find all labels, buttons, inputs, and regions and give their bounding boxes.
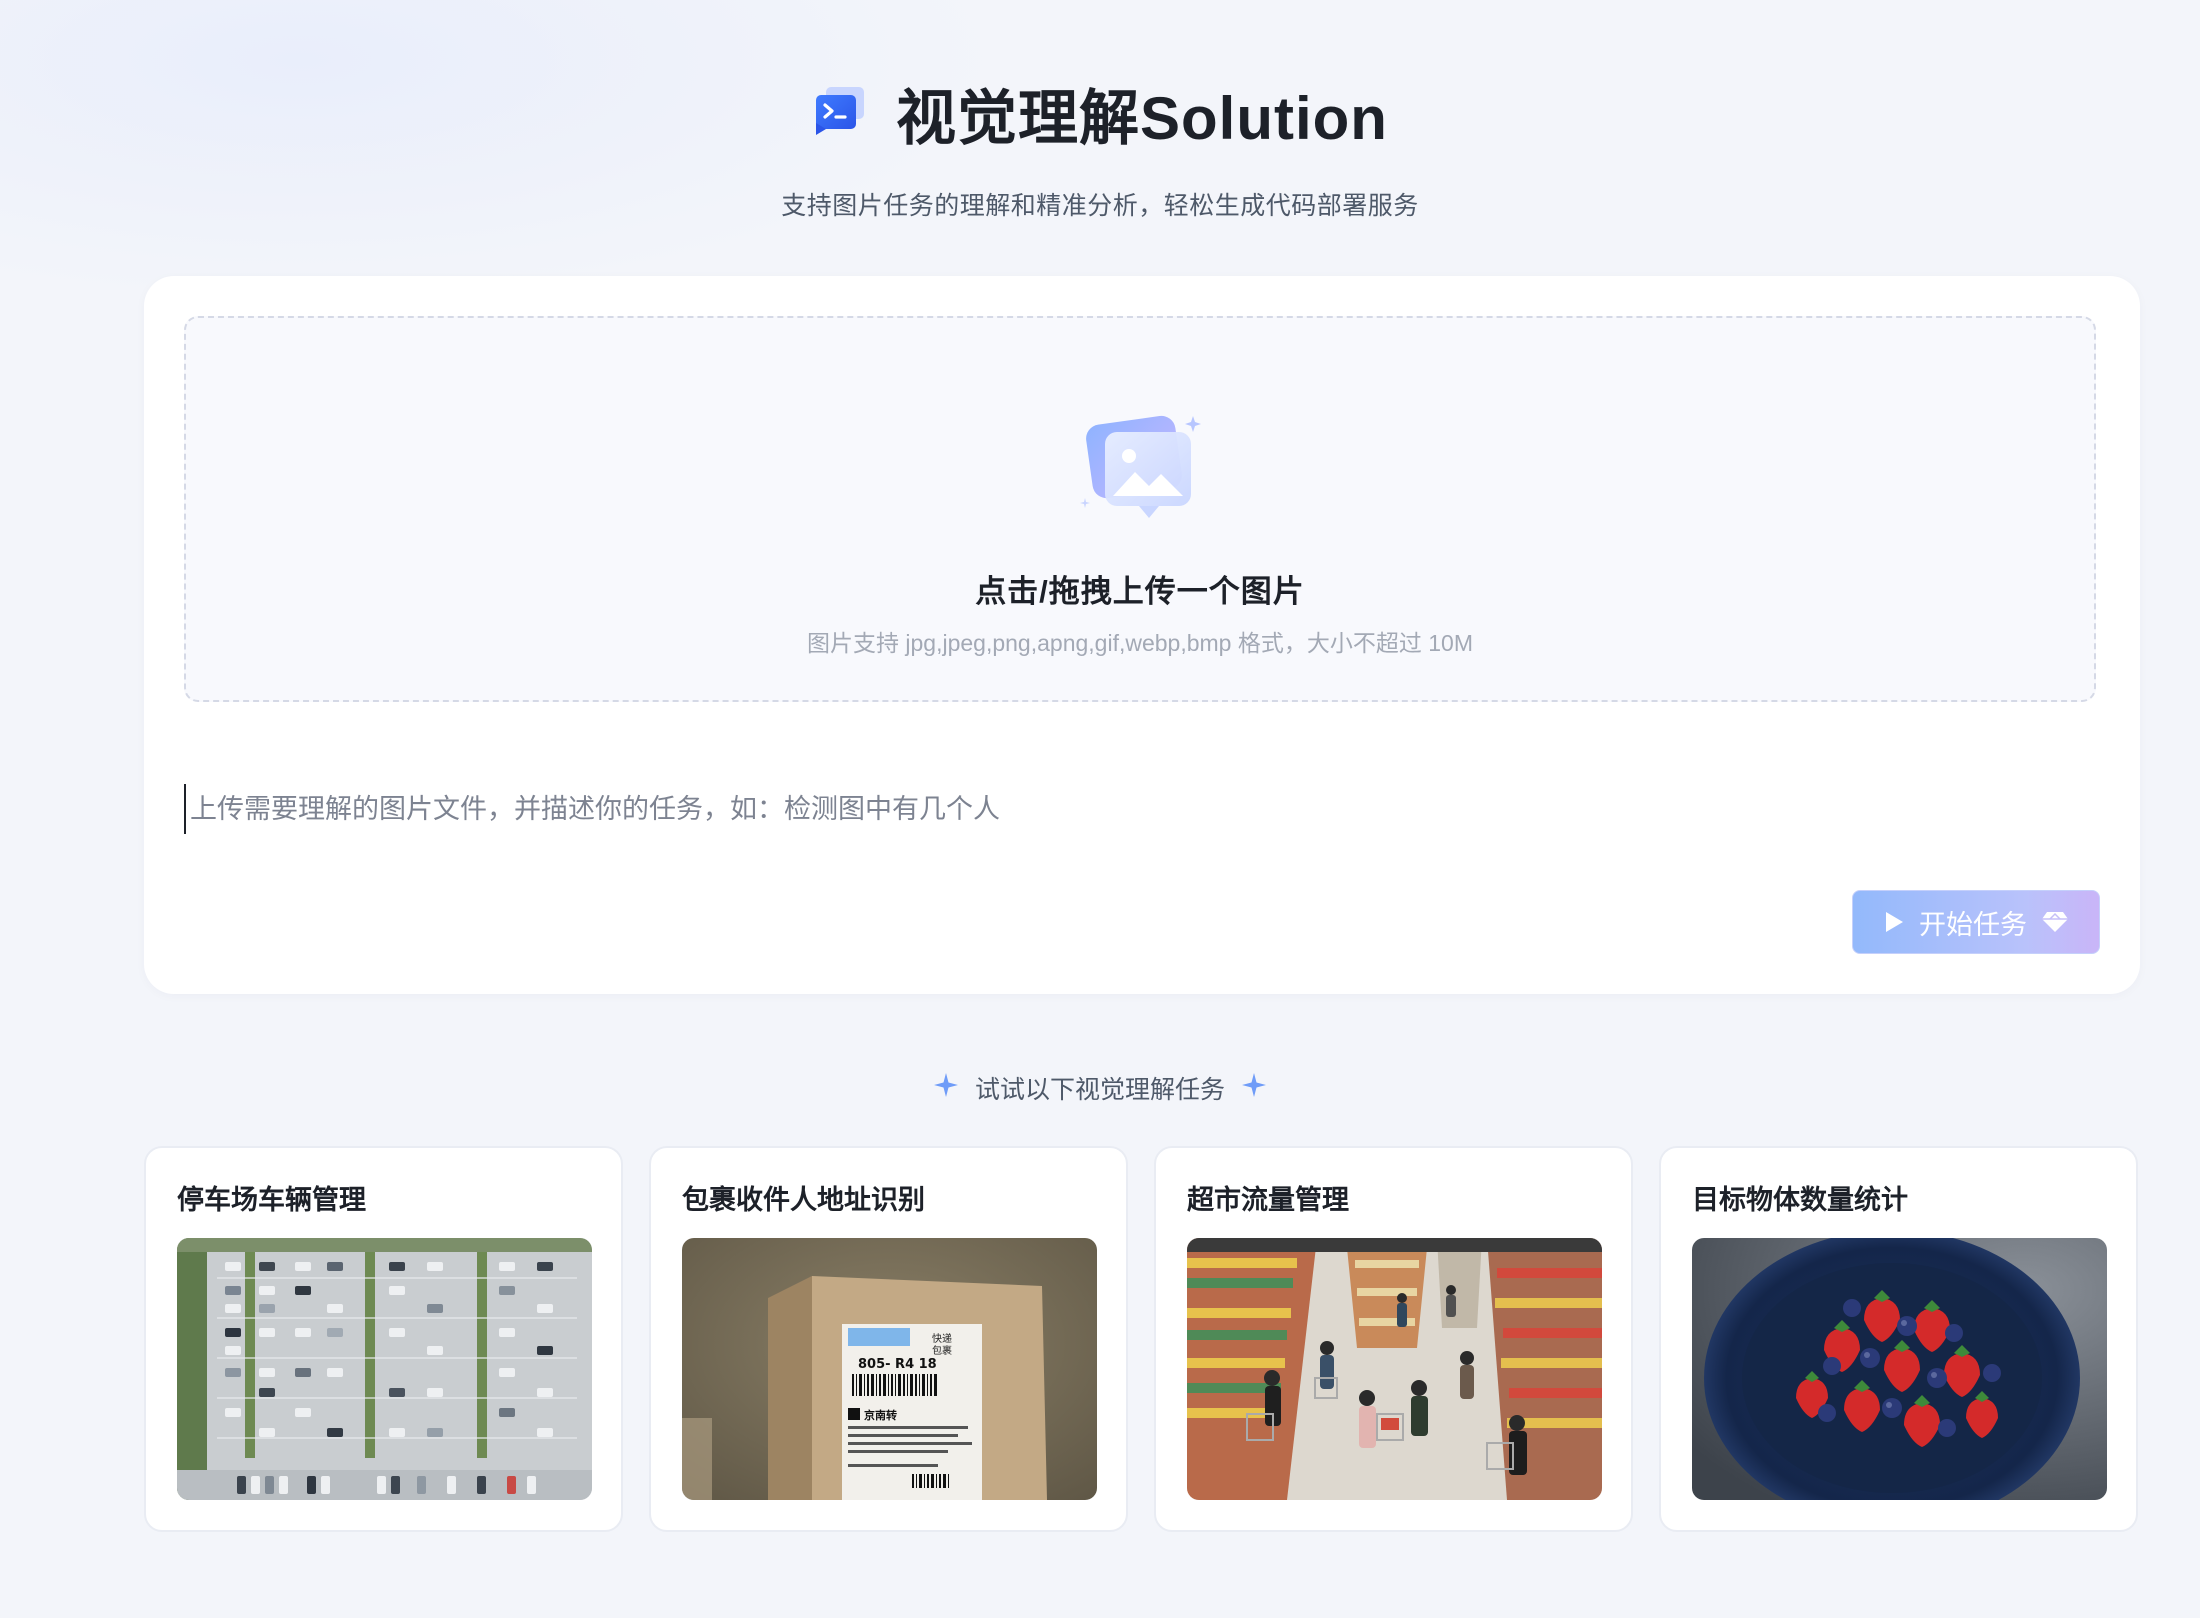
berries-bowl-image xyxy=(1692,1238,2107,1500)
example-card-package[interactable]: 包裹收件人地址识别 快递 包裹 805- R4 18 京南转 xyxy=(649,1146,1128,1532)
sparkle-icon xyxy=(1241,1072,1267,1105)
start-task-label: 开始任务 xyxy=(1919,909,2027,940)
parking-lot-image xyxy=(177,1238,592,1500)
supermarket-image xyxy=(1187,1238,1602,1500)
terminal-icon xyxy=(812,83,868,144)
sparkle-icon xyxy=(933,1072,959,1105)
package-label-route: 京南转 xyxy=(864,1408,897,1422)
package-label-code: 805- R4 18 xyxy=(858,1357,937,1372)
package-label-image: 快递 包裹 805- R4 18 京南转 xyxy=(682,1238,1097,1500)
example-cards: 停车场车辆管理 包裹收件人地址识别 快递 包裹 805- R4 18 京南转 超… xyxy=(144,1146,2140,1532)
card-title: 超市流量管理 xyxy=(1187,1185,1349,1215)
task-description-input[interactable] xyxy=(184,784,2104,834)
package-label-parcel: 包裹 xyxy=(932,1344,952,1357)
card-title: 目标物体数量统计 xyxy=(1692,1185,1908,1215)
example-card-parking[interactable]: 停车场车辆管理 xyxy=(144,1146,623,1532)
page-header: 视觉理解Solution 支持图片任务的理解和精准分析，轻松生成代码部署服务 xyxy=(0,68,2200,222)
upload-dropzone[interactable]: 点击/拖拽上传一个图片 图片支持 jpg,jpeg,png,apng,gif,w… xyxy=(184,316,2096,702)
page-subtitle: 支持图片任务的理解和精准分析，轻松生成代码部署服务 xyxy=(781,192,1419,220)
title-row: 视觉理解Solution xyxy=(0,68,2200,158)
card-title: 包裹收件人地址识别 xyxy=(682,1185,925,1215)
page-title: 视觉理解Solution xyxy=(896,84,1388,152)
task-card: 点击/拖拽上传一个图片 图片支持 jpg,jpeg,png,apng,gif,w… xyxy=(144,276,2140,994)
play-icon xyxy=(1883,910,1905,934)
examples-heading-text: 试试以下视觉理解任务 xyxy=(974,1076,1225,1104)
card-title: 停车场车辆管理 xyxy=(177,1185,366,1215)
example-card-supermarket[interactable]: 超市流量管理 xyxy=(1154,1146,1633,1532)
example-card-object-count[interactable]: 目标物体数量统计 xyxy=(1659,1146,2138,1532)
gem-icon xyxy=(2041,910,2069,934)
upload-title: 点击/拖拽上传一个图片 xyxy=(975,574,1305,609)
upload-hint: 图片支持 jpg,jpeg,png,apng,gif,webp,bmp 格式，大… xyxy=(807,630,1473,656)
start-task-button[interactable]: 开始任务 xyxy=(1852,890,2100,954)
package-label-express: 快递 xyxy=(932,1332,952,1345)
examples-heading: 试试以下视觉理解任务 xyxy=(0,1070,2200,1106)
